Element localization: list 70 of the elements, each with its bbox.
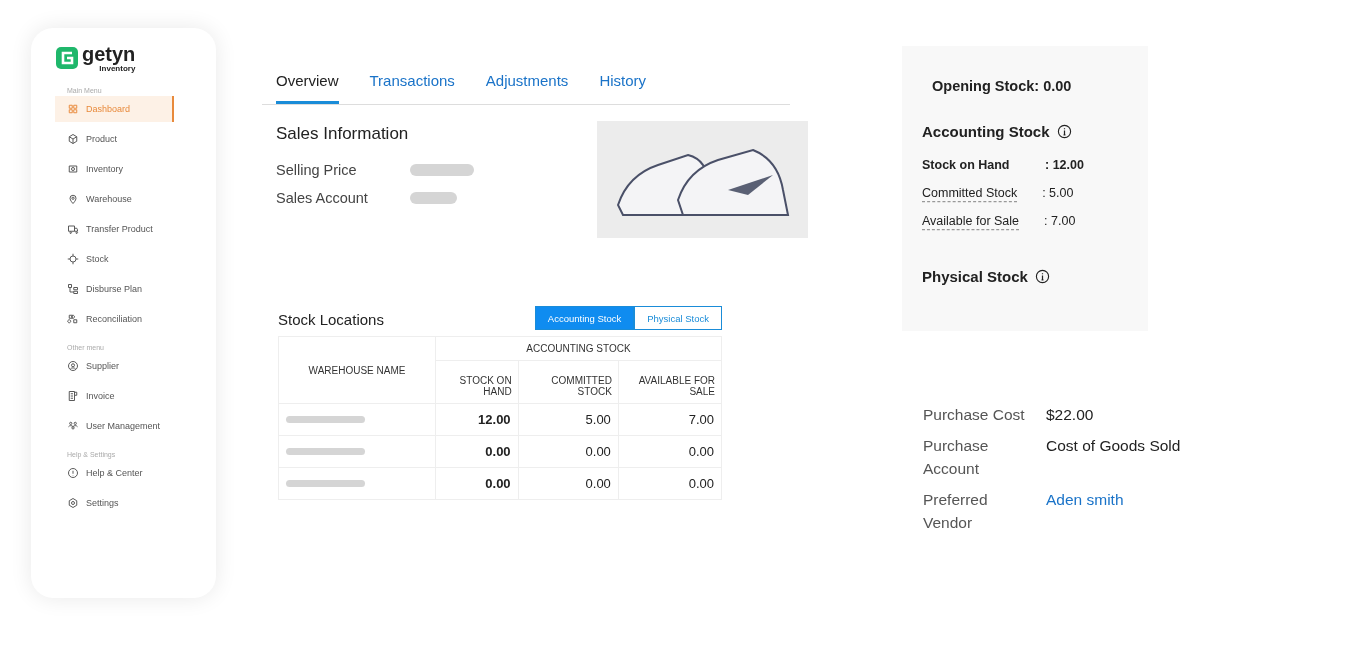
- stock-label: Stock on Hand: [922, 158, 1011, 174]
- column-header: STOCK ON HAND: [435, 360, 519, 404]
- table-cell: 0.00: [518, 435, 619, 468]
- table-cell: 7.00: [618, 403, 722, 436]
- tab[interactable]: Adjustments: [485, 68, 569, 104]
- info-icon[interactable]: [1056, 124, 1072, 139]
- table-cell: 5.00: [518, 403, 619, 436]
- menu-icon: [67, 360, 79, 372]
- table-cell: 0.00: [618, 467, 722, 500]
- stock-value: : 7.00: [1044, 214, 1076, 230]
- section-title: Sales Information: [276, 124, 410, 144]
- sidebar-item[interactable]: Supplier: [55, 353, 174, 379]
- sidebar-item[interactable]: Transfer Product: [55, 216, 174, 242]
- menu-icon: [67, 253, 79, 265]
- sidebar-item[interactable]: Stock: [55, 246, 174, 272]
- sidebar-item[interactable]: User Management: [55, 413, 174, 439]
- menu-icon: [67, 163, 79, 175]
- menu-icon: [67, 467, 79, 479]
- sidebar-item[interactable]: Disburse Plan: [55, 276, 174, 302]
- field-value: $22.00: [1046, 405, 1094, 425]
- field-label: Purchase Cost: [923, 405, 1026, 425]
- table-cell: 0.00: [435, 435, 519, 468]
- sidebar-item[interactable]: Warehouse: [55, 186, 174, 212]
- tab[interactable]: Transactions: [369, 68, 455, 104]
- tab[interactable]: Overview: [276, 68, 339, 104]
- redacted-value: [410, 164, 474, 176]
- field-value: Cost of Goods Sold: [1046, 436, 1181, 456]
- sidebar-item[interactable]: Settings: [55, 490, 174, 516]
- panel-heading: Physical Stock: [922, 268, 1028, 285]
- panel-heading: Accounting Stock: [922, 123, 1050, 140]
- stock-value: : 12.00: [1045, 158, 1084, 174]
- sidebar-item[interactable]: Invoice: [55, 383, 174, 409]
- redacted-value: [410, 192, 457, 204]
- logo-name: getyn: [82, 44, 136, 64]
- menu-icon: [67, 283, 79, 295]
- stock-value: : 5.00: [1042, 186, 1074, 202]
- sidebar-item[interactable]: Reconciliation: [55, 306, 174, 332]
- field-label: Sales Account: [276, 190, 369, 206]
- table-cell: 0.00: [618, 435, 722, 468]
- column-header: AVAILABLE FOR SALE: [618, 360, 722, 404]
- stock-toggle-button[interactable]: Physical Stock: [634, 306, 722, 330]
- menu-icon: [67, 497, 79, 509]
- stock-label: Available for Sale: [922, 214, 1020, 230]
- table-cell: 0.00: [435, 467, 519, 500]
- menu-icon: [67, 193, 79, 205]
- logo-subtitle: Inventory: [99, 64, 136, 73]
- menu-icon: [67, 133, 79, 145]
- menu-icon: [67, 390, 79, 402]
- vendor-link[interactable]: Aden smith: [1046, 488, 1124, 534]
- table-cell: 0.00: [518, 467, 619, 500]
- tab[interactable]: History: [599, 68, 647, 104]
- table-cell: 12.00: [435, 403, 519, 436]
- menu-icon: [67, 420, 79, 432]
- opening-stock: Opening Stock: 0.00: [932, 78, 1073, 94]
- sidebar-item[interactable]: Product: [55, 126, 174, 152]
- stock-label: Committed Stock: [922, 186, 1018, 202]
- menu-icon: [67, 223, 79, 235]
- field-label: Preferred Vendor: [923, 490, 989, 533]
- sidebar-item[interactable]: Help & Center: [55, 460, 174, 486]
- section-title: Stock Locations: [278, 311, 384, 330]
- menu-icon: [67, 103, 79, 115]
- menu-icon: [67, 313, 79, 325]
- field-label: Purchase Account: [923, 436, 990, 479]
- field-label: Selling Price: [276, 162, 358, 178]
- info-icon[interactable]: [1034, 269, 1050, 284]
- logo-icon: [55, 46, 79, 70]
- column-header: WAREHOUSE NAME: [278, 336, 436, 404]
- column-group-header: ACCOUNTING STOCK: [435, 336, 722, 361]
- column-header: COMMITTED STOCK: [518, 360, 619, 404]
- sidebar-item[interactable]: Inventory: [55, 156, 174, 182]
